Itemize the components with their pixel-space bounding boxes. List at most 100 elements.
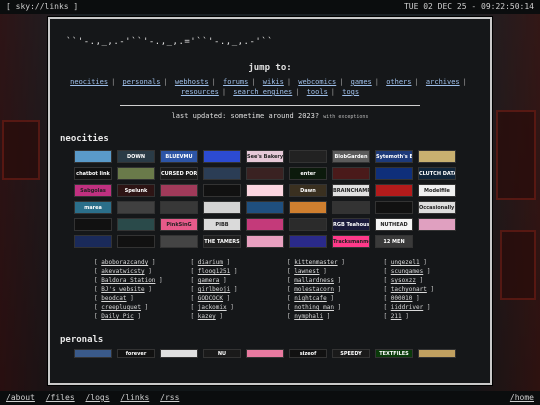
site-button[interactable] bbox=[289, 218, 327, 231]
link-list-item[interactable]: [ jackomix ] bbox=[191, 303, 288, 312]
site-button[interactable] bbox=[74, 235, 112, 248]
site-button[interactable] bbox=[246, 218, 284, 231]
site-button[interactable]: PIBB bbox=[203, 218, 241, 231]
link-list-item[interactable]: [ nothing man ] bbox=[287, 303, 384, 312]
site-button[interactable] bbox=[375, 201, 413, 214]
link-list-item[interactable]: [ diarium ] bbox=[191, 258, 288, 267]
nav-link-about[interactable]: /about bbox=[6, 393, 35, 402]
site-button[interactable] bbox=[289, 201, 327, 214]
nav-link-files[interactable]: /files bbox=[46, 393, 75, 402]
site-button[interactable] bbox=[289, 150, 327, 163]
link-list-item[interactable]: [ creepluquet ] bbox=[94, 303, 191, 312]
jump-link-neocities[interactable]: neocities bbox=[70, 78, 108, 86]
site-button[interactable]: NU bbox=[203, 349, 241, 358]
site-button[interactable] bbox=[203, 167, 241, 180]
link-list-item[interactable]: [ tachyonart ] bbox=[384, 285, 481, 294]
site-button[interactable]: BLUEVMU bbox=[160, 150, 198, 163]
jump-link-search-engines[interactable]: search engines bbox=[233, 88, 292, 96]
site-button[interactable]: Tracksmanmer bbox=[332, 235, 370, 248]
link-list-item[interactable]: [ GODCOCK ] bbox=[191, 294, 288, 303]
site-button[interactable]: TEXTFILES bbox=[375, 349, 413, 358]
link-list-item[interactable]: [ iiddriver ] bbox=[384, 303, 481, 312]
jump-link-webhosts[interactable]: webhosts bbox=[175, 78, 209, 86]
link-list-item[interactable]: [ molestacorn ] bbox=[287, 285, 384, 294]
site-button[interactable]: CLUTCH DATA bbox=[418, 167, 456, 180]
site-button[interactable]: enter bbox=[289, 167, 327, 180]
site-button[interactable]: DOWN bbox=[117, 150, 155, 163]
site-button[interactable] bbox=[74, 218, 112, 231]
site-button[interactable] bbox=[117, 167, 155, 180]
link-list-item[interactable]: [ 211 ] bbox=[384, 312, 481, 321]
site-button[interactable] bbox=[160, 235, 198, 248]
link-list-item[interactable]: [ girlbeoji ] bbox=[191, 285, 288, 294]
site-button[interactable] bbox=[160, 349, 198, 358]
link-list-item[interactable]: [ scungames ] bbox=[384, 267, 481, 276]
site-button[interactable]: PinkSinG bbox=[160, 218, 198, 231]
link-list-item[interactable]: [ Daily Pic ] bbox=[94, 312, 191, 321]
site-button[interactable]: sizeof bbox=[289, 349, 327, 358]
site-button[interactable]: Sabgolas bbox=[74, 184, 112, 197]
site-button[interactable] bbox=[246, 201, 284, 214]
jump-link-wikis[interactable]: wikis bbox=[263, 78, 284, 86]
site-button[interactable]: NUTHEAD bbox=[375, 218, 413, 231]
site-button[interactable]: BlobGarden bbox=[332, 150, 370, 163]
link-list-item[interactable]: [ aboborazcandy ] bbox=[94, 258, 191, 267]
site-button[interactable] bbox=[160, 184, 198, 197]
site-button[interactable] bbox=[203, 150, 241, 163]
site-button[interactable]: THE TAMERS bbox=[203, 235, 241, 248]
jump-link-games[interactable]: games bbox=[351, 78, 372, 86]
link-list-item[interactable]: [ nightcafe ] bbox=[287, 294, 384, 303]
link-list-item[interactable]: [ 000010 ] bbox=[384, 294, 481, 303]
site-button[interactable] bbox=[332, 167, 370, 180]
link-list-item[interactable]: [ gamera ] bbox=[191, 276, 288, 285]
link-list-item[interactable]: [ floog1251 ] bbox=[191, 267, 288, 276]
jump-link-forums[interactable]: forums bbox=[223, 78, 248, 86]
site-button[interactable] bbox=[117, 201, 155, 214]
site-button[interactable]: Sytemoth's Brook bbox=[375, 150, 413, 163]
link-list-item[interactable]: [ BJ's website ] bbox=[94, 285, 191, 294]
site-button[interactable]: Modelfile bbox=[418, 184, 456, 197]
link-list-item[interactable]: [ beodcat ] bbox=[94, 294, 191, 303]
site-button[interactable] bbox=[246, 184, 284, 197]
site-button[interactable]: forever bbox=[117, 349, 155, 358]
link-list-item[interactable]: [ Baldora Station ] bbox=[94, 276, 191, 285]
nav-link-rss[interactable]: /rss bbox=[160, 393, 179, 402]
site-button[interactable]: 12 MEN bbox=[375, 235, 413, 248]
site-button[interactable]: CURSED PORTAL bbox=[160, 167, 198, 180]
link-list-item[interactable]: [ sysoxzz ] bbox=[384, 276, 481, 285]
site-button[interactable] bbox=[418, 349, 456, 358]
link-list-item[interactable]: [ akevatwicsty ] bbox=[94, 267, 191, 276]
site-button[interactable]: See's Bakery bbox=[246, 150, 284, 163]
site-button[interactable] bbox=[246, 167, 284, 180]
site-button[interactable]: Dawn bbox=[289, 184, 327, 197]
link-list-item[interactable]: [ mallardness ] bbox=[287, 276, 384, 285]
site-button[interactable] bbox=[375, 167, 413, 180]
site-button[interactable] bbox=[117, 235, 155, 248]
site-button[interactable] bbox=[203, 184, 241, 197]
jump-link-togs[interactable]: togs bbox=[342, 88, 359, 96]
link-list-item[interactable]: [ nymphali ] bbox=[287, 312, 384, 321]
jump-link-personals[interactable]: personals bbox=[123, 78, 161, 86]
nav-link-home[interactable]: /home bbox=[510, 391, 534, 405]
site-button[interactable] bbox=[375, 184, 413, 197]
site-button[interactable]: BRAINCHAMP bbox=[332, 184, 370, 197]
site-button[interactable] bbox=[246, 235, 284, 248]
link-list-item[interactable]: [ lawnest ] bbox=[287, 267, 384, 276]
jump-link-resources[interactable]: resources bbox=[181, 88, 219, 96]
site-button[interactable]: RGB Teahouse bbox=[332, 218, 370, 231]
jump-link-others[interactable]: others bbox=[386, 78, 411, 86]
link-list-item[interactable]: [ kazey ] bbox=[191, 312, 288, 321]
site-button[interactable] bbox=[332, 201, 370, 214]
jump-link-archives[interactable]: archives bbox=[426, 78, 460, 86]
site-button[interactable] bbox=[74, 349, 112, 358]
site-button[interactable] bbox=[418, 150, 456, 163]
site-button[interactable] bbox=[74, 150, 112, 163]
site-button[interactable] bbox=[117, 218, 155, 231]
link-list-item[interactable]: [ ungezel1 ] bbox=[384, 258, 481, 267]
site-button[interactable] bbox=[289, 235, 327, 248]
site-button[interactable]: Occasionally Correct bbox=[418, 201, 456, 214]
site-button[interactable] bbox=[160, 201, 198, 214]
jump-link-webcomics[interactable]: webcomics bbox=[298, 78, 336, 86]
site-button[interactable] bbox=[246, 349, 284, 358]
link-list-item[interactable]: [ kittenmaster ] bbox=[287, 258, 384, 267]
